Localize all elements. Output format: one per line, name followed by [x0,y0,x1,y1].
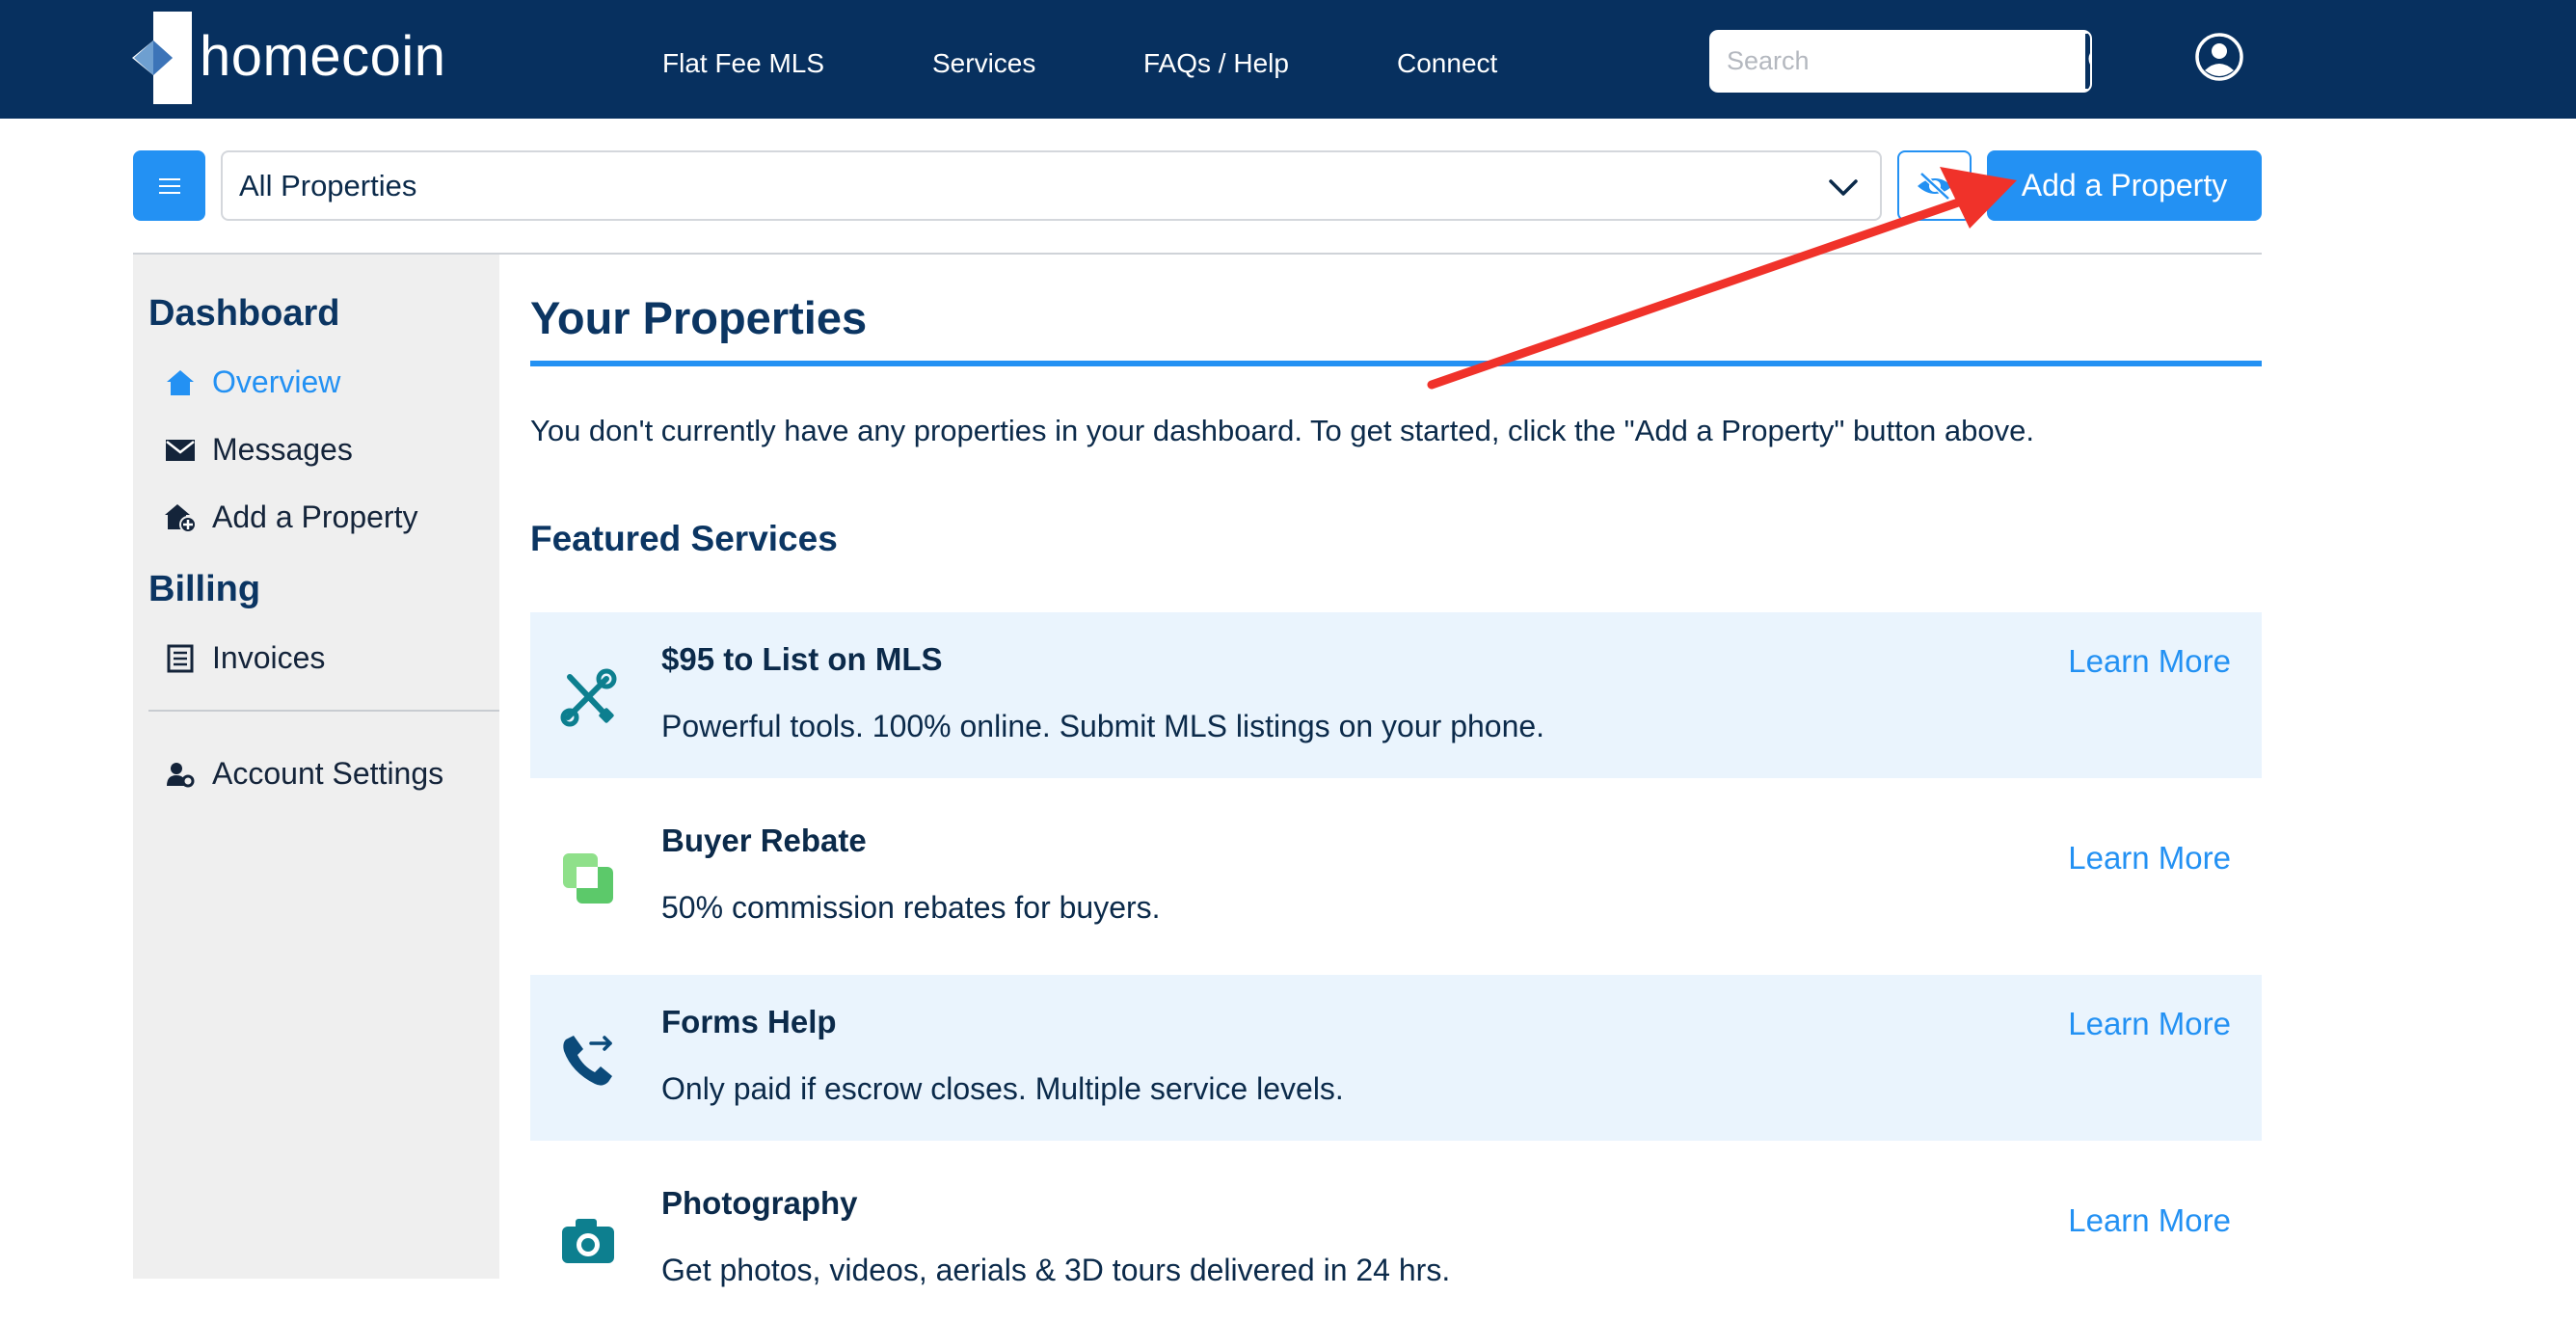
eye-slash-icon [1917,171,1952,201]
search-icon [2088,52,2090,65]
sidebar-item-label: Messages [212,432,353,467]
add-property-button[interactable]: Add a Property [1987,150,2262,221]
featured-services-heading: Featured Services [530,519,838,558]
sidebar-heading-billing: Billing [148,569,261,609]
service-description: Get photos, videos, aerials & 3D tours d… [661,1253,1451,1287]
toggle-hidden-button[interactable] [1897,150,1972,221]
page-title: Your Properties [530,292,868,343]
nav-faqs-help[interactable]: FAQs / Help [1143,44,1289,83]
sidebar-item-overview[interactable]: Overview [164,364,340,400]
service-description: 50% commission rebates for buyers. [661,890,1161,925]
nav-services[interactable]: Services [932,44,1035,83]
learn-more-link[interactable]: Learn More [2068,1202,2231,1239]
sidebar-item-label: Invoices [212,640,326,675]
empty-state-message: You don't currently have any properties … [530,414,2034,447]
nav-flat-fee-mls[interactable]: Flat Fee MLS [662,44,824,83]
sidebar-divider [148,710,499,712]
title-underline [530,361,2262,366]
service-card-forms-help: Forms Help Only paid if escrow closes. M… [530,975,2262,1141]
tools-icon [557,666,619,728]
top-navbar: homecoin Flat Fee MLS Services FAQs / He… [0,0,2576,119]
home-icon [164,366,197,399]
sidebar-item-label: Account Settings [212,756,444,791]
sidebar-item-add-property[interactable]: Add a Property [164,499,417,535]
rebate-icon [557,848,619,909]
service-description: Only paid if escrow closes. Multiple ser… [661,1071,1344,1106]
camera-icon [557,1210,619,1272]
search-input[interactable] [1711,32,2083,91]
service-card-buyer-rebate: Buyer Rebate 50% commission rebates for … [530,794,2262,959]
nav-connect[interactable]: Connect [1397,44,1497,83]
service-name: Forms Help [661,1004,837,1039]
user-gear-icon [164,758,197,791]
service-card-photography: Photography Get photos, videos, aerials … [530,1156,2262,1322]
house-plus-icon [164,501,197,534]
learn-more-link[interactable]: Learn More [2068,643,2231,680]
sidebar-item-account-settings[interactable]: Account Settings [164,756,443,792]
service-name: $95 to List on MLS [661,641,943,677]
account-icon[interactable] [2194,32,2244,82]
sidebar-heading-dashboard: Dashboard [148,293,340,334]
service-description: Powerful tools. 100% online. Submit MLS … [661,709,1545,743]
search-box [1709,30,2092,93]
chevron-down-icon [1829,179,1858,196]
hamburger-icon [158,177,180,194]
homecoin-logo[interactable]: homecoin [132,12,445,104]
service-name: Buyer Rebate [661,823,867,858]
service-card-mls: $95 to List on MLS Powerful tools. 100% … [530,612,2262,778]
search-button[interactable] [2083,32,2090,91]
property-select[interactable]: All Properties [221,150,1882,221]
brand-name: homecoin [200,24,446,88]
learn-more-link[interactable]: Learn More [2068,840,2231,877]
logo-icon [132,12,192,104]
service-name: Photography [661,1185,858,1221]
sidebar: Dashboard Overview Messages Add a Proper… [133,255,499,1279]
sidebar-toggle-button[interactable] [133,150,205,221]
sidebar-item-messages[interactable]: Messages [164,432,353,468]
learn-more-link[interactable]: Learn More [2068,1006,2231,1042]
envelope-icon [164,434,197,467]
invoice-icon [164,642,197,675]
phone-forward-icon [557,1029,619,1091]
sidebar-item-invoices[interactable]: Invoices [164,640,325,676]
property-select-value: All Properties [239,168,417,202]
sidebar-item-label: Add a Property [212,499,418,534]
sidebar-item-label: Overview [212,364,341,399]
